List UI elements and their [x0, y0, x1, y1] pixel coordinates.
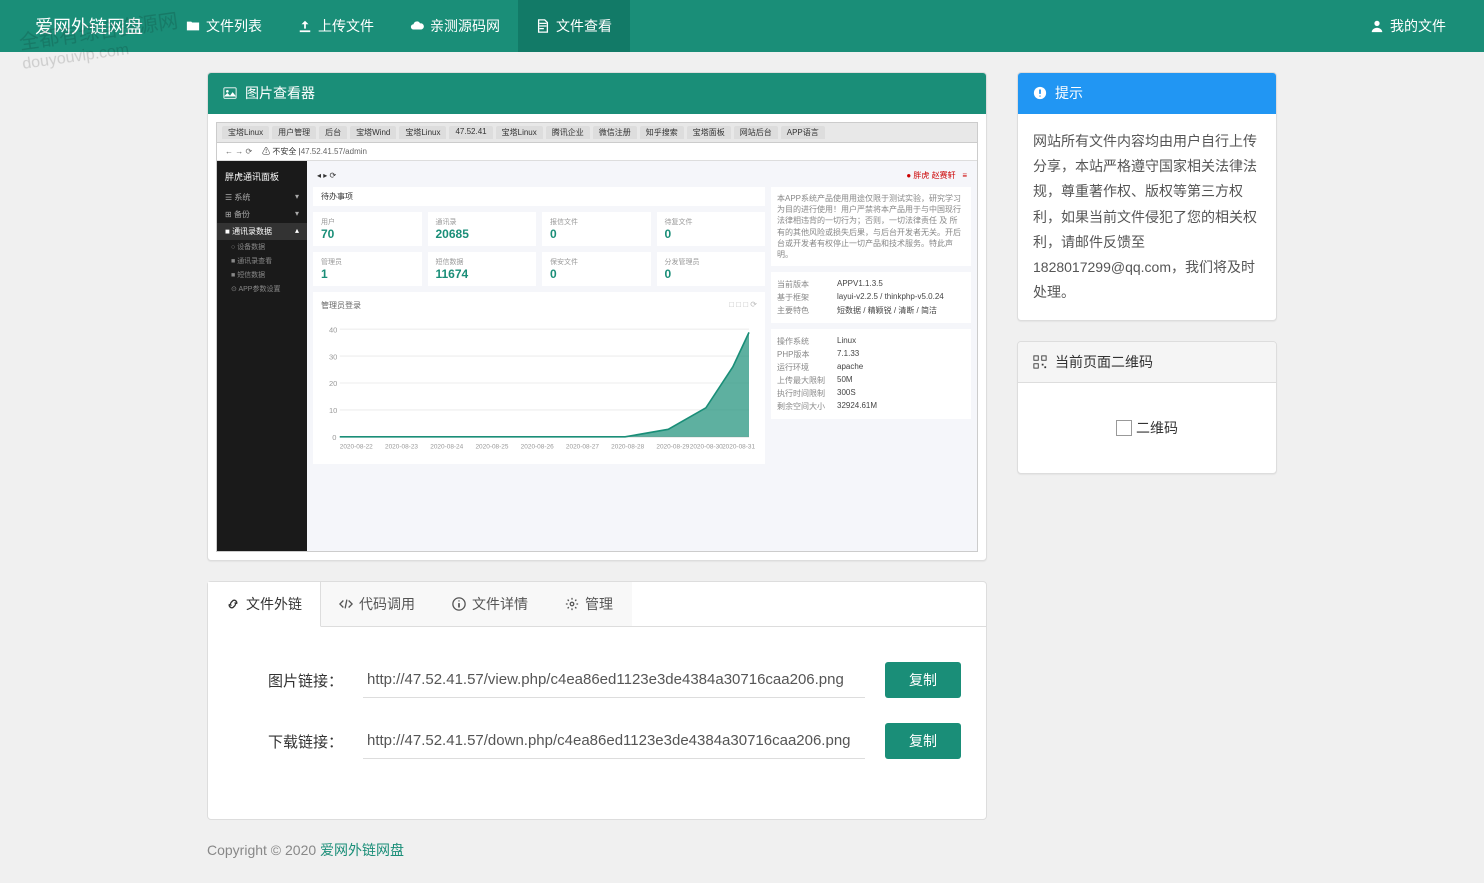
user-icon: [1370, 19, 1384, 33]
download-link-copy-button[interactable]: 复制: [885, 723, 961, 759]
top-navbar: 爱网外链网盘 文件列表 上传文件 亲测源码网 文件查看 我的文件: [0, 0, 1484, 52]
image-viewer-panel: 图片查看器 宝塔Linux用户管理后台宝塔Wind宝塔Linux47.52.41…: [207, 72, 987, 561]
nav-file-list[interactable]: 文件列表: [168, 0, 280, 52]
nav-upload-file[interactable]: 上传文件: [280, 0, 392, 52]
exclamation-icon: [1033, 86, 1047, 100]
browser-address-bar: ← → ⟳ ⚠ 不安全 | 47.52.41.57/admin: [217, 143, 977, 161]
download-link-input[interactable]: [363, 723, 865, 759]
qrcode-icon: [1033, 355, 1047, 369]
brand-title: 爱网外链网盘: [20, 13, 158, 39]
footer: Copyright © 2020 爱网外链网盘: [192, 840, 1292, 880]
qrcode-panel: 当前页面二维码 二维码: [1017, 341, 1277, 474]
svg-text:2020-08-27: 2020-08-27: [566, 444, 599, 451]
code-icon: [339, 597, 353, 611]
svg-text:2020-08-28: 2020-08-28: [611, 444, 644, 451]
tab-manage[interactable]: 管理: [547, 582, 632, 626]
tab-bar: 文件外链 代码调用 文件详情 管理: [208, 582, 986, 627]
svg-text:2020-08-22: 2020-08-22: [340, 444, 373, 451]
notice-body: 网站所有文件内容均由用户自行上传分享，本站严格遵守国家相关法律法规，尊重著作权、…: [1033, 129, 1261, 305]
dashboard-sidebar: 胖虎通讯面板 ☰ 系统▾ ⊞ 备份▾ ■ 通讯录数据▴ ○ 设备数据 ■ 通讯录…: [217, 161, 307, 551]
links-tabs-panel: 文件外链 代码调用 文件详情 管理 图片链接：: [207, 581, 987, 820]
nav-source-site[interactable]: 亲测源码网: [392, 0, 518, 52]
notice-title: 提示: [1055, 83, 1083, 103]
svg-text:40: 40: [329, 325, 337, 334]
browser-tabs-bar: 宝塔Linux用户管理后台宝塔Wind宝塔Linux47.52.41宝塔Linu…: [217, 123, 977, 143]
qrcode-title: 当前页面二维码: [1055, 352, 1153, 372]
info-icon: [452, 597, 466, 611]
preview-image[interactable]: 宝塔Linux用户管理后台宝塔Wind宝塔Linux47.52.41宝塔Linu…: [216, 122, 978, 552]
download-link-row: 下载链接： 复制: [233, 723, 961, 759]
svg-text:2020-08-24: 2020-08-24: [430, 444, 463, 451]
download-link-label: 下载链接：: [233, 731, 343, 752]
file-icon: [536, 19, 550, 33]
qrcode-image-placeholder: 二维码: [1033, 398, 1261, 458]
viewer-title: 图片查看器: [245, 83, 315, 103]
notice-panel: 提示 网站所有文件内容均由用户自行上传分享，本站严格遵守国家相关法律法规，尊重著…: [1017, 72, 1277, 321]
svg-text:30: 30: [329, 352, 337, 361]
tab-file-detail[interactable]: 文件详情: [434, 582, 547, 626]
svg-text:2020-08-25: 2020-08-25: [475, 444, 508, 451]
image-link-label: 图片链接：: [233, 670, 343, 691]
svg-text:20: 20: [329, 379, 337, 388]
gear-icon: [565, 597, 579, 611]
upload-icon: [298, 19, 312, 33]
svg-text:0: 0: [332, 433, 336, 442]
svg-text:2020-08-23: 2020-08-23: [385, 444, 418, 451]
folder-icon: [186, 19, 200, 33]
nav-my-files[interactable]: 我的文件: [1352, 0, 1464, 52]
svg-text:2020-08-29: 2020-08-29: [656, 444, 689, 451]
footer-brand-link[interactable]: 爱网外链网盘: [320, 842, 404, 858]
image-icon: [223, 86, 237, 100]
cloud-icon: [410, 19, 424, 33]
image-link-input[interactable]: [363, 662, 865, 698]
area-chart: 40 30 20 10 0 2020-08-22 2020-08-23 2020-08-24…: [321, 313, 757, 453]
svg-text:2020-08-30: 2020-08-30: [690, 444, 723, 451]
svg-text:2020-08-26: 2020-08-26: [521, 444, 554, 451]
image-link-copy-button[interactable]: 复制: [885, 662, 961, 698]
tab-code-call[interactable]: 代码调用: [321, 582, 434, 626]
image-link-row: 图片链接： 复制: [233, 662, 961, 698]
tab-file-link[interactable]: 文件外链: [208, 582, 321, 627]
footer-copyright: Copyright © 2020: [207, 842, 320, 858]
svg-text:2020-08-31: 2020-08-31: [722, 444, 755, 451]
svg-text:10: 10: [329, 406, 337, 415]
link-icon: [226, 597, 240, 611]
nav-file-view[interactable]: 文件查看: [518, 0, 630, 52]
